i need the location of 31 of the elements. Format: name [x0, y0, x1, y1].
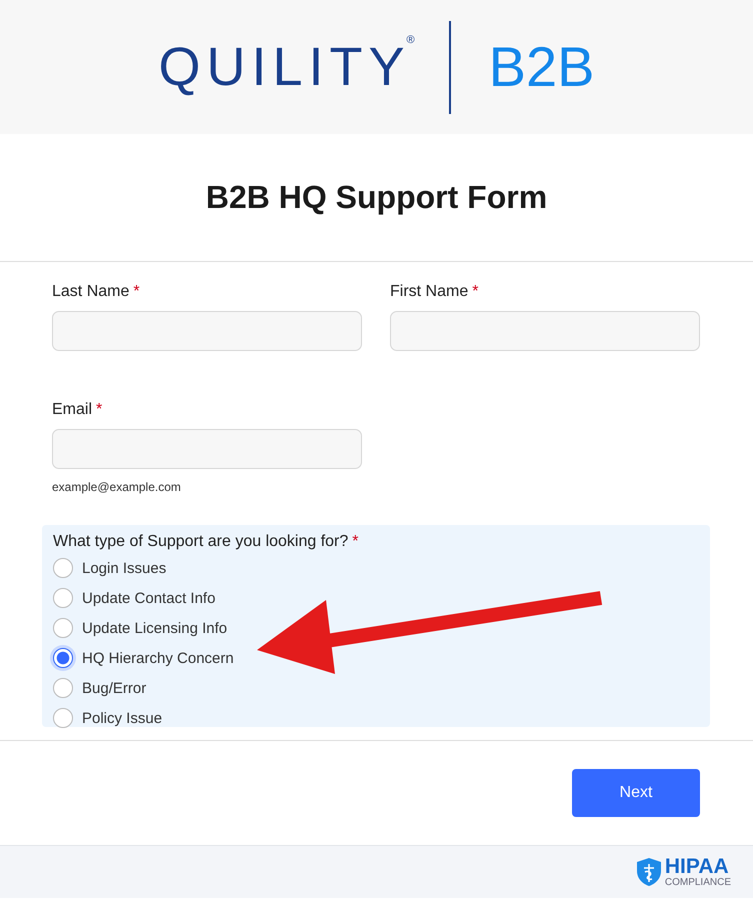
option-label[interactable]: Update Contact Info [82, 590, 216, 606]
input-field[interactable] [52, 429, 362, 469]
field-hint: example@example.com [52, 480, 182, 494]
badge-subtitle: COMPLIANCE [664, 877, 731, 888]
input-field[interactable] [390, 311, 700, 351]
form-title: B2B HQ Support Form [206, 179, 548, 216]
required-mark: * [352, 533, 359, 551]
radio-button[interactable] [53, 618, 73, 638]
required-mark: * [472, 283, 478, 301]
badge-title: HIPAA [664, 856, 730, 877]
next-button[interactable]: Next [572, 769, 700, 817]
option-label[interactable]: Update Licensing Info [82, 620, 228, 636]
input-field[interactable] [52, 311, 362, 351]
required-mark: * [133, 283, 140, 301]
field-label: Last Name [52, 283, 130, 301]
option-label[interactable]: Policy Issue [82, 710, 162, 726]
option-label[interactable]: Login Issues [82, 560, 166, 576]
field-label: Email [52, 401, 92, 419]
question-label: What type of Support are you looking for? [53, 533, 348, 551]
registered-mark: ® [406, 34, 415, 46]
radio-button[interactable] [53, 648, 73, 668]
radio-button[interactable] [53, 678, 73, 698]
product-name: B2B [488, 39, 594, 95]
shield-icon [636, 857, 662, 887]
required-mark: * [96, 401, 102, 419]
option-label[interactable]: Bug/Error [82, 680, 146, 696]
option-label[interactable]: HQ Hierarchy Concern [82, 650, 234, 666]
field-label: First Name [390, 283, 468, 301]
radio-button[interactable] [53, 708, 73, 728]
radio-button[interactable] [53, 558, 73, 578]
radio-button[interactable] [53, 588, 73, 608]
